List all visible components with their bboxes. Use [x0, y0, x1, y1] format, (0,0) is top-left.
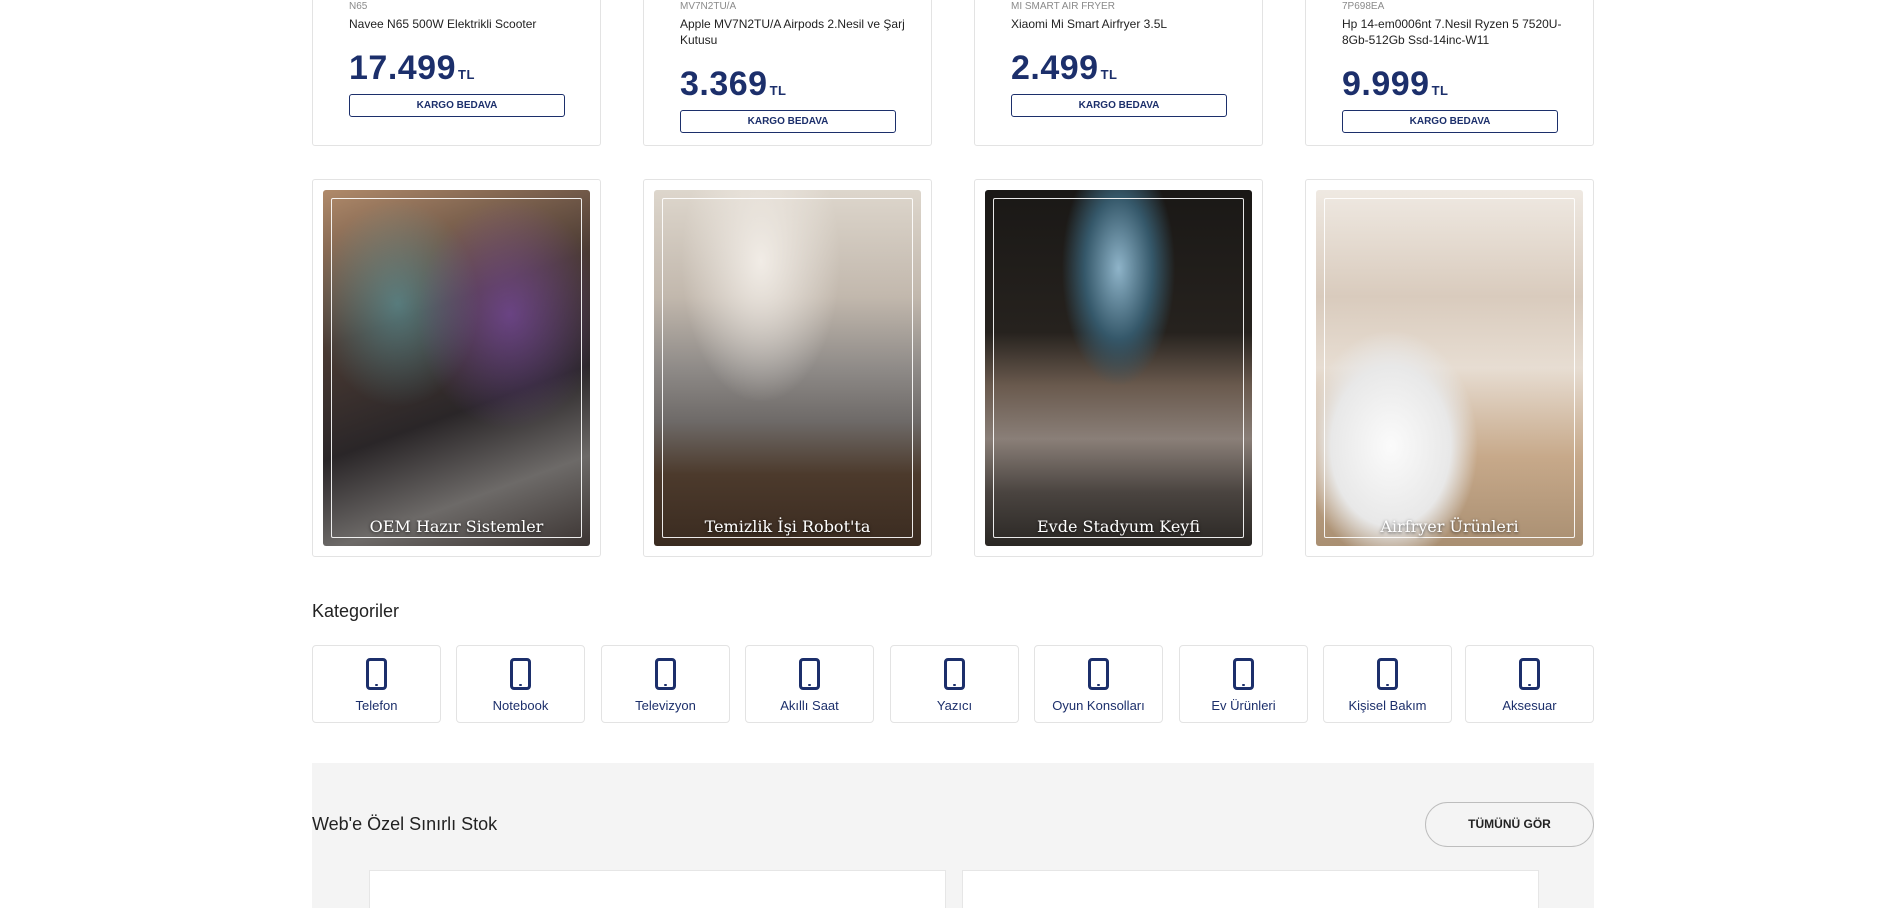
category-label: Aksesuar [1502, 698, 1557, 713]
category-yazici[interactable]: Yazıcı [890, 645, 1019, 723]
product-card[interactable]: 7P698EA Hp 14-em0006nt 7.Nesil Ryzen 5 7… [1305, 0, 1594, 146]
web-special-section: Web'e Özel Sınırlı Stok TÜMÜNÜ GÖR [312, 763, 1594, 908]
product-sku: MV7N2TU/A [680, 1, 737, 12]
category-notebook[interactable]: Notebook [456, 645, 585, 723]
price-currency: TL [458, 67, 475, 82]
category-label: Kişisel Bakım [1348, 698, 1427, 713]
free-shipping-button[interactable]: KARGO BEDAVA [1342, 110, 1558, 133]
banner-card-airfryer[interactable]: Airfryer Ürünleri [1305, 179, 1594, 557]
price-currency: TL [769, 83, 787, 98]
category-label: Televizyon [635, 698, 696, 713]
product-name[interactable]: Navee N65 500W Elektrikli Scooter [349, 16, 584, 32]
product-sku: N65 [349, 1, 368, 12]
banner-frame [1324, 198, 1575, 538]
price-value: 17.499 [349, 49, 456, 87]
product-price: 9.999 TL [1342, 65, 1448, 104]
web-special-card[interactable] [962, 870, 1539, 908]
category-televizyon[interactable]: Televizyon [601, 645, 730, 723]
category-label: Yazıcı [936, 698, 973, 713]
phone-icon [1233, 658, 1254, 690]
product-price: 2.499 TL [1011, 49, 1117, 88]
phone-icon [944, 658, 965, 690]
categories-row: Telefon Notebook Televizyon Akıllı Saat … [312, 645, 1594, 723]
free-shipping-button[interactable]: KARGO BEDAVA [1011, 94, 1227, 117]
web-special-card[interactable] [369, 870, 946, 908]
banner-frame [662, 198, 913, 538]
banner-label: Evde Stadyum Keyfi [1037, 517, 1200, 536]
banner-label: Temizlik İşi Robot'ta [704, 517, 871, 536]
category-label: Telefon [355, 698, 398, 713]
phone-icon [1519, 658, 1540, 690]
banner-label: Airfryer Ürünleri [1380, 517, 1519, 536]
price-currency: TL [1100, 67, 1118, 82]
see-all-button[interactable]: TÜMÜNÜ GÖR [1425, 802, 1594, 847]
category-label: Oyun Konsolları [1052, 698, 1145, 713]
price-value: 9.999 [1342, 65, 1430, 103]
product-price: 3.369 TL [680, 65, 786, 104]
phone-icon [366, 658, 387, 690]
category-label: Notebook [492, 698, 549, 713]
price-value: 3.369 [680, 65, 768, 103]
phone-icon [1377, 658, 1398, 690]
product-sku: 7P698EA [1342, 1, 1385, 12]
category-akilli-saat[interactable]: Akıllı Saat [745, 645, 874, 723]
product-row: N65 Navee N65 500W Elektrikli Scooter 17… [312, 0, 1594, 146]
banner-label: OEM Hazır Sistemler [369, 517, 544, 536]
product-name[interactable]: Xiaomi Mi Smart Airfryer 3.5L [1011, 16, 1246, 32]
product-name[interactable]: Apple MV7N2TU/A Airpods 2.Nesil ve Şarj … [680, 16, 915, 48]
phone-icon [655, 658, 676, 690]
banner-image[interactable]: Temizlik İşi Robot'ta [654, 190, 921, 546]
category-telefon[interactable]: Telefon [312, 645, 441, 723]
free-shipping-button[interactable]: KARGO BEDAVA [680, 110, 896, 133]
product-card[interactable]: Mi SMART AIR FRYER Xiaomi Mi Smart Airfr… [974, 0, 1263, 146]
product-card[interactable]: N65 Navee N65 500W Elektrikli Scooter 17… [312, 0, 601, 146]
banner-frame [331, 198, 582, 538]
category-ev-urunleri[interactable]: Ev Ürünleri [1179, 645, 1308, 723]
price-value: 2.499 [1011, 49, 1099, 87]
category-oyun-konsollari[interactable]: Oyun Konsolları [1034, 645, 1163, 723]
banner-image[interactable]: Airfryer Ürünleri [1316, 190, 1583, 546]
phone-icon [510, 658, 531, 690]
price-currency: TL [1431, 83, 1449, 98]
product-price: 17.499 TL [349, 49, 475, 88]
product-sku: Mi SMART AIR FRYER [1011, 1, 1115, 12]
banner-frame [993, 198, 1244, 538]
category-kisisel-bakim[interactable]: Kişisel Bakım [1323, 645, 1452, 723]
product-card[interactable]: MV7N2TU/A Apple MV7N2TU/A Airpods 2.Nesi… [643, 0, 932, 146]
banner-card-oem[interactable]: OEM Hazır Sistemler [312, 179, 601, 557]
phone-icon [1088, 658, 1109, 690]
banner-card-stadium[interactable]: Evde Stadyum Keyfi [974, 179, 1263, 557]
banner-card-robot[interactable]: Temizlik İşi Robot'ta [643, 179, 932, 557]
category-label: Ev Ürünleri [1211, 698, 1276, 713]
category-label: Akıllı Saat [780, 698, 839, 713]
product-name[interactable]: Hp 14-em0006nt 7.Nesil Ryzen 5 7520U-8Gb… [1342, 16, 1577, 48]
category-aksesuar[interactable]: Aksesuar [1465, 645, 1594, 723]
categories-title: Kategoriler [312, 601, 400, 621]
phone-icon [799, 658, 820, 690]
banner-image[interactable]: Evde Stadyum Keyfi [985, 190, 1252, 546]
banner-image[interactable]: OEM Hazır Sistemler [323, 190, 590, 546]
free-shipping-button[interactable]: KARGO BEDAVA [349, 94, 565, 117]
web-special-title: Web'e Özel Sınırlı Stok [312, 814, 498, 834]
